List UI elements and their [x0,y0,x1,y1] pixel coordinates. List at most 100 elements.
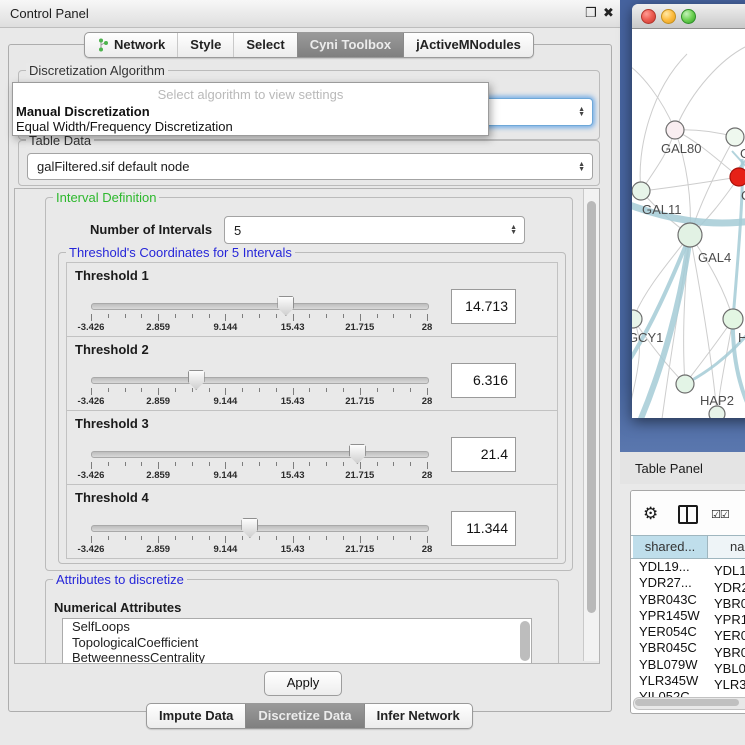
slider-track[interactable] [91,377,429,384]
slider-thumb[interactable] [349,444,366,464]
slider-thumb[interactable] [277,296,294,316]
tick-label: 28 [405,322,449,333]
tab-network[interactable]: Network [85,33,177,57]
tab-infer-network[interactable]: Infer Network [364,704,472,728]
network-edge[interactable] [632,64,675,130]
attribute-list-item[interactable]: TopologicalCoefficient [63,635,531,651]
table-row[interactable]: YBR045CYBR04 [631,640,745,656]
tick-label: 9.144 [203,396,247,407]
tick-label: -3.426 [69,322,113,333]
network-node[interactable] [709,406,725,418]
number-of-intervals-label: Number of Intervals [90,222,212,237]
tab-label: jActiveMNodules [416,37,521,52]
slider-thumb[interactable] [188,370,205,390]
number-of-intervals-combobox[interactable]: 5 ▲▼ [224,216,525,244]
network-edge[interactable] [641,177,739,191]
threshold-label: Threshold 4 [75,490,149,505]
apply-button[interactable]: Apply [264,671,342,696]
threshold-value-field[interactable]: 21.4 [451,437,516,472]
mac-close-button[interactable] [641,9,656,24]
thresholds-group: Threshold's Coordinates for 5 Intervals … [58,252,566,564]
tab-jactivemnodules[interactable]: jActiveMNodules [403,33,533,57]
network-window-titlebar[interactable] [632,4,745,29]
network-edge[interactable] [641,130,675,191]
network-graph: GAL80GACGAL11GAL4GCY1HHAP2 [632,29,745,418]
table-row[interactable]: YDR27...YDR27 [631,575,745,591]
tab-style[interactable]: Style [177,33,233,57]
vertical-scrollbar[interactable] [583,189,599,661]
tab-impute-data[interactable]: Impute Data [147,704,245,728]
table-rows: YDL19...YDL19 YDR27...YDR27 YBR043CYBR04… [631,559,745,706]
network-node-gal80[interactable] [666,121,684,139]
threshold-value-field[interactable]: 11.344 [451,511,516,546]
tick-label: 2.859 [136,322,180,333]
columns-icon[interactable] [678,505,698,524]
attribute-list-item[interactable]: BetweennessCentrality [63,650,531,664]
network-canvas[interactable]: GAL80GACGAL11GAL4GCY1HHAP2 [632,29,745,418]
scrollbar-thumb[interactable] [635,699,739,706]
network-edge[interactable] [690,235,733,319]
cell-shared-name: YBL079W [631,657,711,673]
table-row[interactable]: YBR043CYBR04 [631,592,745,608]
horizontal-scrollbar[interactable] [633,697,745,710]
attributes-group-label: Attributes to discretize [53,572,187,587]
table-panel-header: Table Panel [620,452,745,485]
float-icon[interactable]: ❒ [585,5,597,21]
network-node-ga[interactable] [726,128,744,146]
table-toolbar: ⚙ ☑☑ [631,491,745,535]
slider-track[interactable] [91,303,429,310]
close-icon[interactable]: ✖ [603,5,614,21]
column-header-name[interactable]: na [708,536,745,558]
threshold-label: Threshold 2 [75,342,149,357]
tab-cyni-toolbox[interactable]: Cyni Toolbox [297,33,403,57]
node-label: H [738,330,745,345]
threshold-value-field[interactable]: 14.713 [451,289,516,324]
slider-thumb[interactable] [241,518,258,538]
mac-minimize-button[interactable] [661,9,676,24]
tick-label: 28 [405,396,449,407]
numerical-attributes-list[interactable]: SelfLoopsTopologicalCoefficientBetweenne… [62,618,532,664]
table-header-row: shared... na [631,535,745,559]
select-columns-icon[interactable]: ☑☑ [711,508,729,521]
popup-option[interactable]: Equal Width/Frequency Discretization [13,119,488,134]
network-node-hap2[interactable] [676,375,694,393]
popup-option[interactable]: Manual Discretization [13,104,488,119]
threshold-value-field[interactable]: 6.316 [451,363,516,398]
popup-placeholder: Select algorithm to view settings [13,83,488,104]
column-header-shared-name[interactable]: shared... [633,536,708,558]
network-edge[interactable] [685,319,733,384]
table-row[interactable]: YER054CYER05 [631,624,745,640]
cell-shared-name: YDL19... [631,559,711,575]
interval-definition-group: Interval Definition Number of Intervals … [45,197,573,571]
table-row[interactable]: YBL079WYBL07 [631,657,745,673]
tick-label: 21.715 [338,396,382,407]
slider-track[interactable] [91,525,429,532]
network-node-gal4[interactable] [678,223,702,247]
tick-label: 2.859 [136,470,180,481]
mac-zoom-button[interactable] [681,9,696,24]
tab-select[interactable]: Select [233,33,296,57]
gear-icon[interactable]: ⚙ [643,504,658,524]
tick-label: 15.43 [271,322,315,333]
panel-title: Control Panel [10,6,89,21]
tab-label: Network [114,37,165,52]
cell-shared-name: YDR27... [631,575,711,591]
table-row[interactable]: YDL19...YDL19 [631,559,745,575]
network-node-gcy1[interactable] [632,310,642,328]
slider-track[interactable] [91,451,429,458]
combo-arrows-icon: ▲▼ [510,225,517,235]
network-node-c[interactable] [730,168,745,186]
list-scrollbar[interactable] [520,621,530,661]
cell-shared-name: YLR345W [631,673,711,689]
table-row[interactable]: YLR345WYLR34 [631,673,745,689]
table-row[interactable]: YPR145WYPR14 [631,608,745,624]
scrollbar-thumb[interactable] [587,201,596,613]
network-node-gal11[interactable] [632,182,650,200]
network-node-h[interactable] [723,309,743,329]
table-data-group: Table Data galFiltered.sif default node … [18,140,600,186]
network-edge[interactable] [675,47,745,130]
tab-discretize-data[interactable]: Discretize Data [245,704,363,728]
settings-scrollpane: Interval Definition Number of Intervals … [14,188,600,664]
table-data-combobox[interactable]: galFiltered.sif default node ▲▼ [27,153,593,180]
attribute-list-item[interactable]: SelfLoops [63,619,531,635]
